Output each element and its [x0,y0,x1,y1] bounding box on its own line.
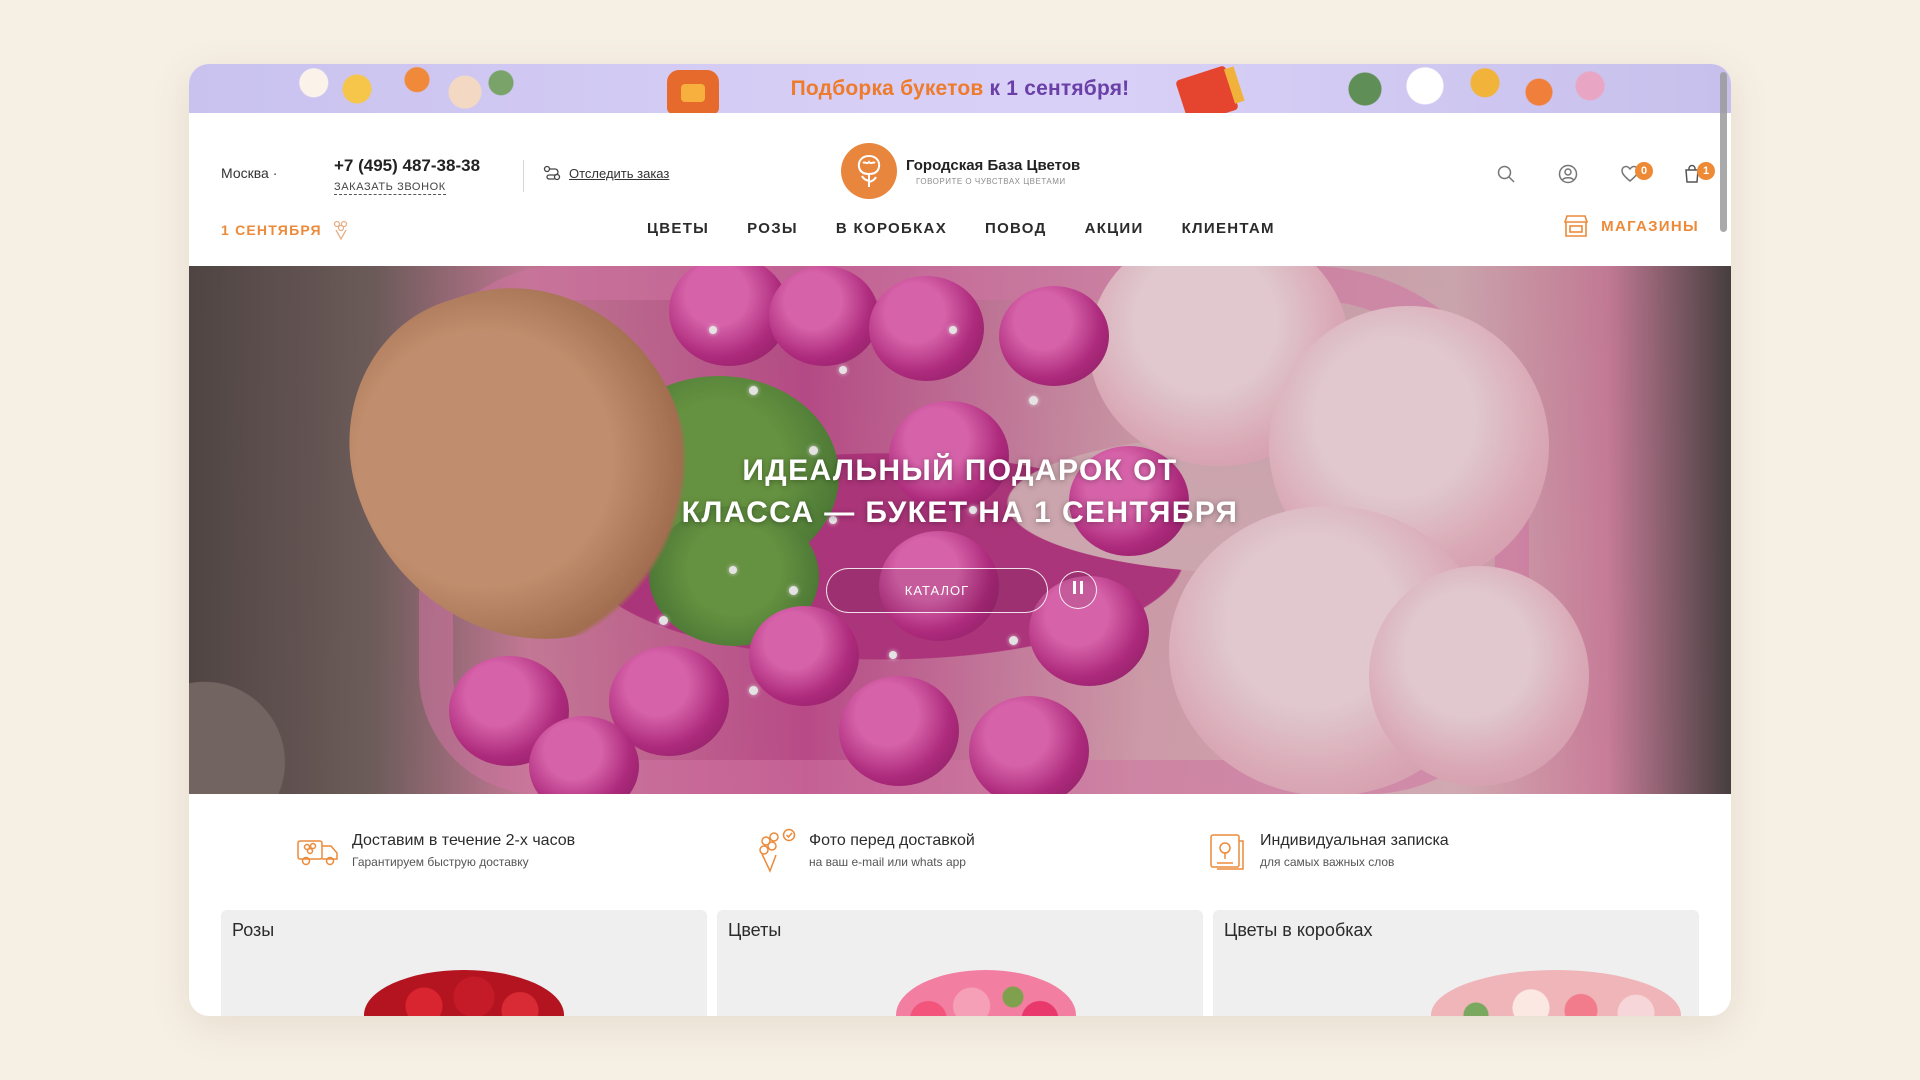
category-card-title: Цветы [728,920,782,940]
city-label: Москва [221,165,269,181]
feature-subtitle: Гарантируем быструю доставку [352,854,529,869]
category-card-flowers[interactable]: Цветы [717,910,1203,1016]
nav-item-flowers[interactable]: ЦВЕТЫ [647,220,709,237]
book-illustration [1175,65,1239,113]
track-order-link[interactable]: Отследить заказ [543,165,669,181]
user-icon [1558,164,1578,184]
nav-item-sales[interactable]: АКЦИИ [1085,220,1144,237]
hero-controls: КАТАЛОГ [826,568,1097,613]
nav-item-occasion[interactable]: ПОВОД [985,220,1047,237]
category-card-boxes[interactable]: Цветы в коробках [1213,910,1699,1016]
nav-menu: ЦВЕТЫ РОЗЫ В КОРОБКАХ ПОВОД АКЦИИ КЛИЕНТ… [647,220,1313,237]
banner-bouquet-right [1335,64,1635,113]
category-cards: Розы Цветы Цветы в коробках [221,910,1699,1016]
category-card-title: Цветы в коробках [1224,920,1373,940]
delivery-truck-icon [297,840,338,866]
phone-number[interactable]: +7 (495) 487-38-38 [334,156,480,176]
logo-rose-icon [841,143,897,199]
stores-label: МАГАЗИНЫ [1601,217,1699,235]
account-button[interactable] [1557,163,1579,185]
page-scrollbar[interactable] [1720,72,1727,232]
nav-item-roses[interactable]: РОЗЫ [747,220,798,237]
browser-window: Подборка букетов к 1 сентября! Москва · … [189,64,1731,1016]
hero-title: ИДЕАЛЬНЫЙ ПОДАРОК ОТ КЛАССА — БУКЕТ НА 1… [189,450,1731,534]
stores-link[interactable]: МАГАЗИНЫ [1563,214,1699,238]
search-icon [1497,165,1515,183]
backpack-illustration [667,70,719,113]
search-button[interactable] [1495,163,1517,185]
category-card-image [364,970,564,1016]
feature-title: Доставим в течение 2-х часов [352,831,576,849]
city-selector[interactable]: Москва · [221,165,277,181]
category-card-roses[interactable]: Розы [221,910,707,1016]
features-strip: Доставим в течение 2-х часов Гарантируем… [189,794,1731,904]
bouquet-photo-icon [759,828,796,873]
hero-title-line2: КЛАССА — БУКЕТ НА 1 СЕНТЯБРЯ [681,496,1239,529]
track-order-label: Отследить заказ [569,165,670,181]
feature-title: Индивидуальная записка [1260,831,1449,849]
category-card-image [896,970,1076,1016]
nav-promo-link[interactable]: 1 СЕНТЯБРЯ [221,220,350,240]
site-logo[interactable]: Городская База Цветов ГОВОРИТЕ О ЧУВСТВА… [841,143,1080,199]
logo-tagline: ГОВОРИТЕ О ЧУВСТВАХ ЦВЕТАМИ [916,176,1066,186]
promo-banner[interactable]: Подборка букетов к 1 сентября! [189,64,1731,113]
favorites-count-badge: 0 [1635,162,1653,180]
cart-button[interactable]: 1 [1681,162,1715,185]
promo-text-part1: Подборка букетов [790,76,984,100]
pause-button[interactable] [1059,571,1097,609]
store-icon [1564,215,1589,237]
nav-promo-label: 1 СЕНТЯБРЯ [221,222,322,238]
favorites-button[interactable]: 0 [1619,162,1653,185]
feature-subtitle: на ваш e-mail или whats app [809,854,966,869]
bouquet-icon [333,220,347,240]
catalog-button[interactable]: КАТАЛОГ [826,568,1048,613]
note-card-icon [1210,834,1244,870]
hero-title-line1: ИДЕАЛЬНЫЙ ПОДАРОК ОТ [742,454,1178,487]
category-card-image [1431,970,1681,1016]
feature-note: Индивидуальная записка для самых важных … [1203,827,1449,873]
cart-count-badge: 1 [1697,162,1715,180]
chevron-down-icon: · [272,165,278,181]
main-nav: 1 СЕНТЯБРЯ ЦВЕТЫ РОЗЫ В КОРОБКАХ ПОВОД А… [189,210,1731,262]
site-header: Москва · +7 (495) 487-38-38 ЗАКАЗАТЬ ЗВО… [189,113,1731,210]
promo-banner-text: Подборка букетов к 1 сентября! [791,77,1130,101]
feature-subtitle: для самых важных слов [1260,854,1395,869]
promo-text-part2: к 1 сентября! [989,76,1130,100]
header-actions: 0 1 [1495,162,1715,185]
route-icon [543,165,561,181]
header-divider [523,160,524,192]
callback-link[interactable]: ЗАКАЗАТЬ ЗВОНОК [334,181,446,195]
nav-item-clients[interactable]: КЛИЕНТАМ [1182,220,1275,237]
banner-bouquet-left [285,64,525,113]
feature-photo: Фото перед доставкой на ваш e-mail или w… [752,827,975,873]
hero-banner: ИДЕАЛЬНЫЙ ПОДАРОК ОТ КЛАССА — БУКЕТ НА 1… [189,266,1731,794]
feature-delivery: Доставим в течение 2-х часов Гарантируем… [295,827,575,873]
logo-name: Городская База Цветов [906,156,1081,174]
nav-item-in-boxes[interactable]: В КОРОБКАХ [836,220,947,237]
feature-title: Фото перед доставкой [809,831,975,849]
pause-icon [1071,581,1085,599]
category-card-title: Розы [232,920,275,940]
